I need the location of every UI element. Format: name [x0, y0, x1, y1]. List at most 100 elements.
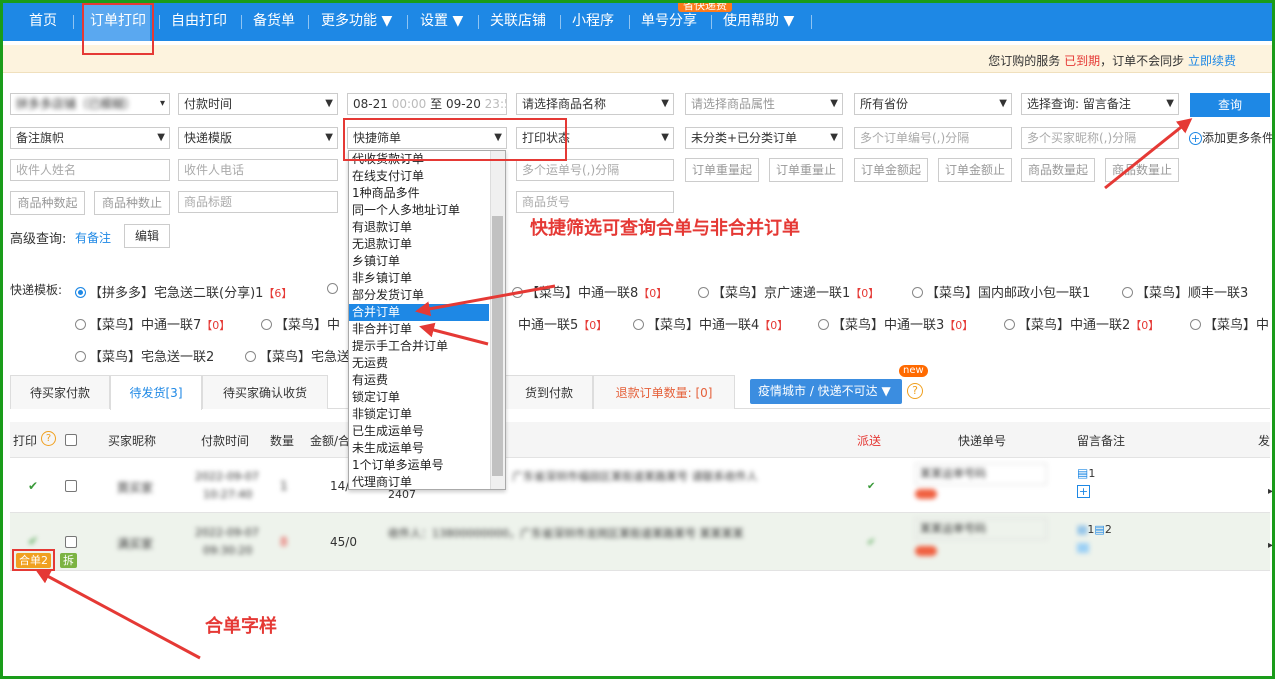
template-option[interactable]: 【菜鸟】顺丰一联3 — [1122, 282, 1248, 301]
nav-settings[interactable]: 设置 ▼ — [420, 12, 463, 30]
tab-cod[interactable]: 货到付款 — [505, 375, 593, 409]
dropdown-option[interactable]: 有退款订单 — [349, 219, 489, 236]
template-option[interactable]: 【拼多多】宅急送二联(分享)1【6】 — [75, 282, 292, 301]
template-option[interactable] — [327, 282, 341, 297]
dropdown-option[interactable]: 乡镇订单 — [349, 253, 489, 270]
select-all-checkbox[interactable] — [65, 434, 77, 446]
province-select[interactable]: 所有省份 ▼ — [854, 93, 1012, 115]
receiver-phone-input[interactable]: 收件人电话 — [178, 159, 338, 181]
qty-from-input[interactable]: 商品数量起 — [1021, 158, 1095, 182]
template-option[interactable]: 【菜鸟】中通一联3【0】 — [818, 314, 973, 333]
amount-from-input[interactable]: 订单金额起 — [854, 158, 928, 182]
template-option[interactable]: 中通一联5【0】 — [518, 314, 607, 333]
dropdown-option[interactable]: 已生成运单号 — [349, 423, 489, 440]
template-option[interactable]: 【菜鸟】中通一联2【0】 — [1004, 314, 1159, 333]
nav-linked-shops[interactable]: 关联店铺 — [490, 12, 546, 30]
help-icon[interactable]: ? — [907, 383, 923, 399]
dropdown-option[interactable]: 部分发货订单 — [349, 287, 489, 304]
renew-link[interactable]: 立即续费 — [1188, 54, 1236, 68]
dropdown-option[interactable]: 锁定订单 — [349, 389, 489, 406]
new-badge: new — [899, 365, 928, 377]
edit-button[interactable]: 编辑 — [124, 224, 170, 248]
dropdown-option[interactable]: 非锁定订单 — [349, 406, 489, 423]
add-more-conditions[interactable]: + 添加更多条件 — [1189, 129, 1274, 146]
time-type-select[interactable]: 付款时间 ▼ — [178, 93, 338, 115]
product-name-select[interactable]: 请选择商品名称 ▼ — [516, 93, 674, 115]
query-type-select[interactable]: 选择查询: 留言备注 ▼ — [1021, 93, 1179, 115]
product-sku-input[interactable]: 商品货号 — [516, 191, 674, 213]
tab-awaiting-payment[interactable]: 待买家付款 — [10, 375, 110, 409]
template-option[interactable]: 【菜鸟】京广速递一联1【0】 — [698, 282, 879, 301]
radio-icon — [512, 287, 523, 298]
nav-separator — [407, 15, 408, 29]
dropdown-option[interactable]: 非合并订单 — [349, 321, 489, 338]
row-checkbox[interactable] — [65, 536, 77, 548]
kind-to-input[interactable]: 商品种数止 — [94, 191, 170, 215]
nav-more[interactable]: 更多功能 ▼ — [321, 12, 392, 30]
kind-from-input[interactable]: 商品种数起 — [10, 191, 85, 215]
waybill-input[interactable]: 某某运单号码 — [915, 463, 1047, 485]
category-select[interactable]: 未分类+已分类订单 ▼ — [685, 127, 843, 149]
print-help-icon[interactable]: ? — [41, 431, 56, 446]
dropdown-option[interactable]: 无退款订单 — [349, 236, 489, 253]
nav-mini-program[interactable]: 小程序 — [572, 12, 614, 30]
remark-counts[interactable]: ▤1▤2 — [1077, 523, 1112, 536]
template-option[interactable]: 【菜鸟】中通一联8【0】 — [512, 282, 667, 301]
express-template-select[interactable]: 快递模版 ▼ — [178, 127, 338, 149]
product-attr-select[interactable]: 请选择商品属性 ▼ — [685, 93, 843, 115]
weight-to-input[interactable]: 订单重量止 — [769, 158, 843, 182]
col-print: 打印 — [13, 434, 38, 448]
date-range-input[interactable]: 08-21 00:00 至 09-20 23:59 — [347, 93, 507, 115]
template-option[interactable]: 【菜鸟】中 — [261, 314, 340, 333]
row-checkbox[interactable] — [65, 480, 77, 492]
query-button[interactable]: 查询 — [1190, 93, 1270, 117]
dropdown-option[interactable]: 同一个人多地址订单 — [349, 202, 489, 219]
tab-awaiting-shipment[interactable]: 待发货[3] — [110, 375, 202, 410]
dropdown-option[interactable]: 有运费 — [349, 372, 489, 389]
nav-stock[interactable]: 备货单 — [253, 12, 295, 30]
split-order-tag[interactable]: 拆 — [60, 553, 77, 568]
col-more: 发 — [1258, 434, 1271, 448]
dropdown-scrollbar[interactable] — [490, 151, 505, 489]
template-option[interactable]: 【菜鸟】宅急送 — [245, 346, 350, 365]
advanced-query-value[interactable]: 有备注 — [75, 229, 111, 246]
nav-free-print[interactable]: 自由打印 — [171, 12, 227, 30]
remark-icon[interactable]: ▤1 — [1077, 466, 1095, 480]
order-numbers-input[interactable]: 多个订单编号(,)分隔 — [854, 127, 1012, 149]
waybill-input[interactable]: 某某运单号码 — [915, 518, 1047, 540]
template-option[interactable]: 【菜鸟】中通一联4【0】 — [633, 314, 788, 333]
tab-refund-orders[interactable]: 退款订单数量: [0] — [593, 375, 735, 409]
weight-from-input[interactable]: 订单重量起 — [685, 158, 759, 182]
dropdown-option[interactable]: 无运费 — [349, 355, 489, 372]
dropdown-option[interactable]: 非乡镇订单 — [349, 270, 489, 287]
receiver-name-input[interactable]: 收件人姓名 — [10, 159, 170, 181]
dropdown-option[interactable]: 合并订单 — [349, 304, 489, 321]
nav-help[interactable]: 使用帮助 ▼ — [723, 12, 794, 30]
template-option[interactable]: 【菜鸟】国内邮政小包一联1 — [912, 282, 1090, 301]
radio-icon — [245, 351, 256, 362]
epidemic-city-button[interactable]: 疫情城市 / 快递不可达 ▼ — [750, 379, 902, 404]
tab-awaiting-confirm[interactable]: 待买家确认收货 — [202, 375, 328, 409]
waybill-numbers-input[interactable]: 多个运单号(,)分隔 — [516, 159, 674, 181]
amount-to-input[interactable]: 订单金额止 — [938, 158, 1012, 182]
remark-flag-select[interactable]: 备注旗帜 ▼ — [10, 127, 170, 149]
dropdown-option[interactable]: 提示手工合并订单 — [349, 338, 489, 355]
add-remark-icon[interactable]: + — [1077, 485, 1090, 498]
dropdown-option[interactable]: 代理商订单 — [349, 474, 489, 491]
template-option[interactable]: 【菜鸟】中 — [1190, 314, 1269, 333]
dropdown-option[interactable]: 未生成运单号 — [349, 440, 489, 457]
scrollbar-thumb[interactable] — [492, 216, 503, 476]
dropdown-option[interactable]: 1种商品多件 — [349, 185, 489, 202]
radio-icon — [261, 319, 272, 330]
shop-select[interactable]: 拼多多店铺（已模糊） ▾ — [10, 93, 170, 115]
table-row[interactable] — [10, 513, 1270, 571]
qty-to-input[interactable]: 商品数量止 — [1105, 158, 1179, 182]
product-title-input[interactable]: 商品标题 — [178, 191, 338, 213]
template-option[interactable]: 【菜鸟】宅急送一联2 — [75, 346, 214, 365]
buyer-nicks-input[interactable]: 多个买家昵称(,)分隔 — [1021, 127, 1179, 149]
template-option[interactable]: 【菜鸟】中通一联7【0】 — [75, 314, 230, 333]
dropdown-option[interactable]: 在线支付订单 — [349, 168, 489, 185]
nav-home[interactable]: 首页 — [29, 12, 57, 30]
dropdown-option[interactable]: 1个订单多运单号 — [349, 457, 489, 474]
nav-share-number[interactable]: 单号分享 — [641, 12, 697, 30]
